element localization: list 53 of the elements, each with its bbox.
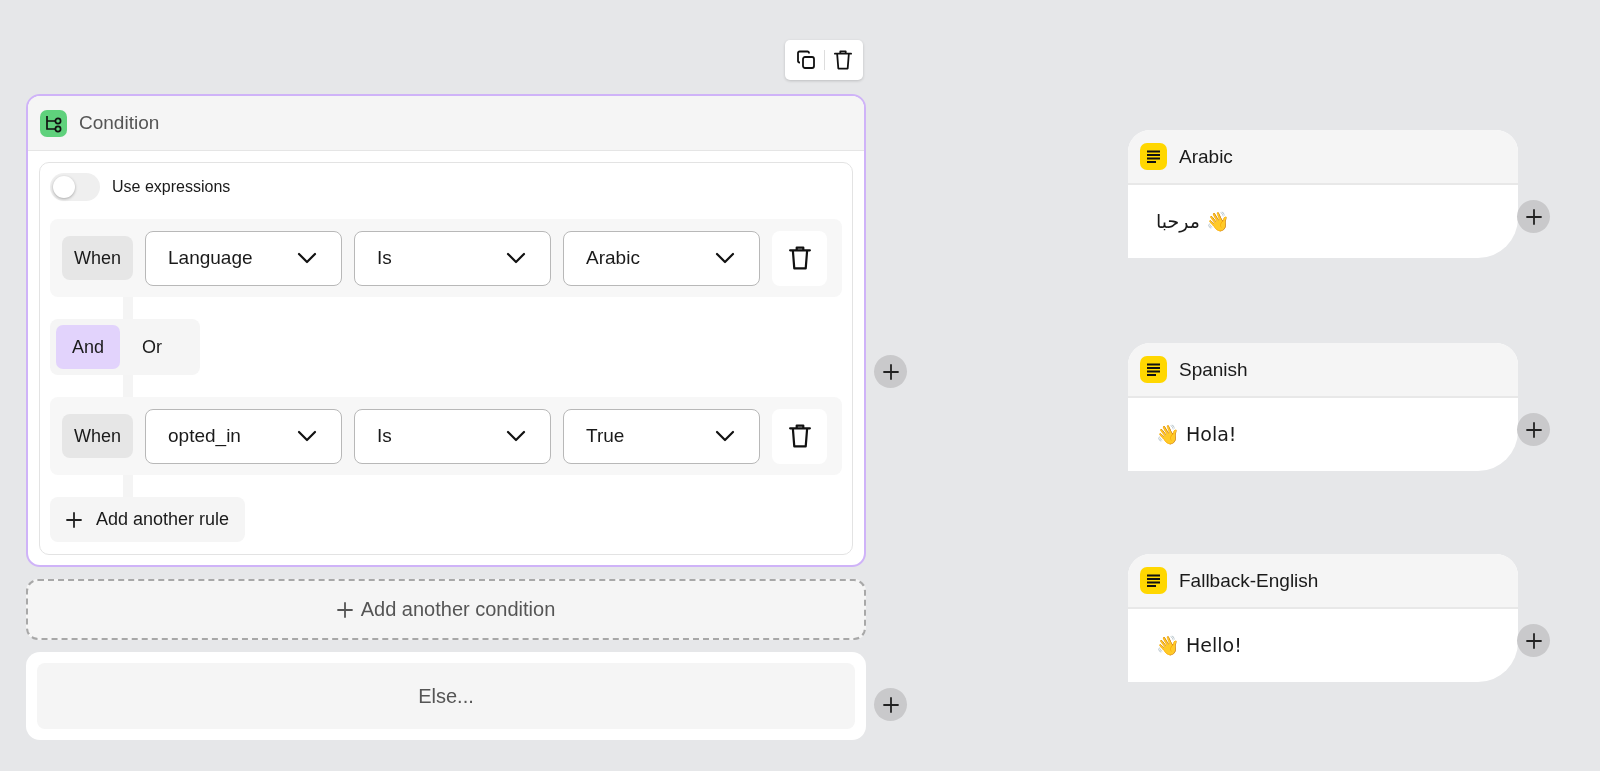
add-step-button[interactable] [874, 355, 907, 388]
add-rule-button[interactable]: Add another rule [50, 497, 246, 542]
operator-dropdown[interactable]: Is [354, 230, 552, 286]
when-label: When [62, 236, 134, 280]
toggle-label: Use expressions [112, 178, 231, 196]
chevron-down-icon [715, 430, 736, 442]
text-lines-icon [1140, 567, 1167, 594]
message-text: 👋 Hello! [1156, 634, 1242, 657]
message-title: Spanish [1179, 358, 1248, 381]
value-dropdown[interactable]: Arabic [563, 230, 761, 286]
value-dropdown[interactable]: True [563, 408, 761, 464]
trash-icon [788, 245, 811, 271]
trash-icon [833, 50, 852, 70]
add-condition-button[interactable]: Add another condition [26, 579, 866, 640]
add-step-button[interactable] [1517, 200, 1550, 233]
delete-rule-button[interactable] [772, 230, 828, 286]
plus-icon [882, 363, 899, 380]
chevron-down-icon [297, 252, 318, 264]
message-card[interactable]: Spanish 👋 Hola! [1128, 343, 1518, 471]
condition-card[interactable]: Condition Use expressions When Language Is Arabic And Or When opted_in Is True Add another rule [26, 94, 866, 567]
message-title: Arabic [1179, 145, 1233, 168]
logic-option[interactable]: And [56, 325, 121, 369]
when-label: When [62, 414, 134, 458]
plus-icon [1525, 632, 1542, 649]
chevron-down-icon [715, 252, 736, 264]
plus-icon [1525, 208, 1542, 225]
chevron-down-icon [506, 252, 527, 264]
plus-icon [66, 511, 82, 528]
toggle-switch[interactable] [50, 173, 100, 201]
text-lines-icon [1140, 356, 1167, 383]
message-card[interactable]: Fallback-English 👋 Hello! [1128, 554, 1518, 682]
else-block[interactable]: Else... [37, 663, 855, 729]
chevron-down-icon [297, 430, 318, 442]
field-dropdown[interactable]: Language [145, 230, 343, 286]
add-step-button[interactable] [874, 688, 907, 721]
chevron-down-icon [506, 430, 527, 442]
branch-icon [40, 109, 67, 137]
message-title: Fallback-English [1179, 569, 1319, 592]
copy-icon [795, 50, 816, 70]
add-step-button[interactable] [1517, 624, 1550, 657]
field-dropdown[interactable]: opted_in [145, 408, 343, 464]
plus-icon [882, 696, 899, 713]
card-title: Condition [79, 112, 160, 134]
add-step-button[interactable] [1517, 413, 1550, 446]
message-text: 👋 Hola! [1156, 423, 1237, 446]
message-text: مرحبا 👋 [1156, 210, 1230, 233]
plus-icon [336, 601, 353, 618]
delete-rule-button[interactable] [772, 408, 828, 464]
logic-option[interactable]: Or [126, 325, 179, 369]
plus-icon [1525, 421, 1542, 438]
operator-dropdown[interactable]: Is [354, 408, 552, 464]
trash-icon [788, 423, 811, 449]
text-lines-icon [1140, 143, 1167, 170]
